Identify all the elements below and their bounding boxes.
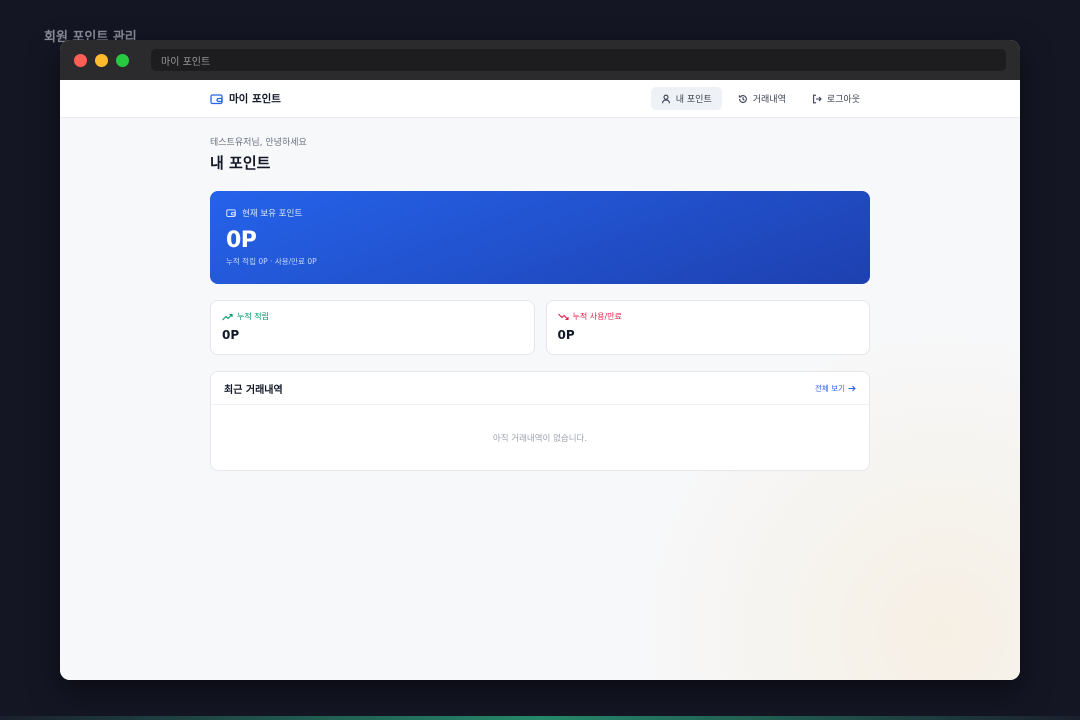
page-viewport: 마이 포인트 내 포인트 거래내역 로그아웃 테스트유저님, 안녕하세요 내 포… [60,80,1020,680]
balance-value: 0P [226,228,257,253]
view-all-link[interactable]: 전체 보기 [815,383,856,394]
nav-history[interactable]: 거래내역 [728,87,796,110]
recent-title: 최근 거래내역 [224,384,283,396]
close-window-button[interactable] [74,53,87,67]
bottom-accent-strip [0,716,1080,720]
brand-label: 마이 포인트 [229,93,281,105]
wallet-icon [210,93,223,105]
stat-card-used: 누적 사용/만료 0P [545,300,870,355]
history-icon [738,94,748,104]
stat-used-label-row: 누적 사용/만료 [557,311,859,322]
nav-my-points-label: 내 포인트 [675,95,712,105]
main-content: 테스트유저님, 안녕하세요 내 포인트 현재 보유 포인트 0P 누적 적립 0… [210,135,870,471]
nav-links: 내 포인트 거래내역 로그아웃 [650,87,870,110]
nav-my-points[interactable]: 내 포인트 [650,87,722,110]
stats-row: 누적 적립 0P 누적 사용/만료 0P [210,300,870,355]
stat-used-label: 누적 사용/만료 [572,312,622,321]
trending-up-icon [222,313,233,321]
brand-link[interactable]: 마이 포인트 [210,91,281,106]
recent-transactions-card: 최근 거래내역 전체 보기 아직 거래내역이 없습니다. [210,371,870,471]
stat-used-value: 0P [557,328,575,342]
wallet-icon [226,208,236,218]
minimize-window-button[interactable] [95,53,108,67]
user-icon [661,94,671,104]
maximize-window-button[interactable] [116,53,129,67]
page-title: 내 포인트 [210,154,271,172]
nav-logout-label: 로그아웃 [826,95,860,105]
nav-logout[interactable]: 로그아웃 [802,87,870,110]
stat-earned-label: 누적 적립 [237,312,269,321]
stat-earned-label-row: 누적 적립 [222,311,523,322]
greeting: 테스트유저님, 안녕하세요 [210,138,307,148]
balance-card: 현재 보유 포인트 0P 누적 적립 0P · 사용/만료 0P [210,191,870,284]
stat-card-earned: 누적 적립 0P [210,300,535,355]
empty-state-message: 아직 거래내역이 없습니다. [492,434,588,444]
address-bar[interactable]: 마이 포인트 [151,49,1006,71]
arrow-right-icon [848,385,856,392]
title-bar: 마이 포인트 [60,40,1020,80]
nav-history-label: 거래내역 [752,95,786,105]
logout-icon [812,94,822,104]
balance-label-row: 현재 보유 포인트 [226,207,854,219]
stat-earned-value: 0P [222,328,240,342]
balance-label: 현재 보유 포인트 [242,209,303,219]
window-controls [74,53,129,67]
top-nav: 마이 포인트 내 포인트 거래내역 로그아웃 [60,80,1020,118]
trending-down-icon [557,313,569,321]
recent-header: 최근 거래내역 전체 보기 [211,372,869,405]
view-all-label: 전체 보기 [815,383,845,393]
browser-window: 마이 포인트 마이 포인트 내 포인트 거래내역 로그아웃 테스트유저님, 안녕… [60,40,1020,680]
balance-summary: 누적 적립 0P · 사용/만료 0P [226,257,317,266]
